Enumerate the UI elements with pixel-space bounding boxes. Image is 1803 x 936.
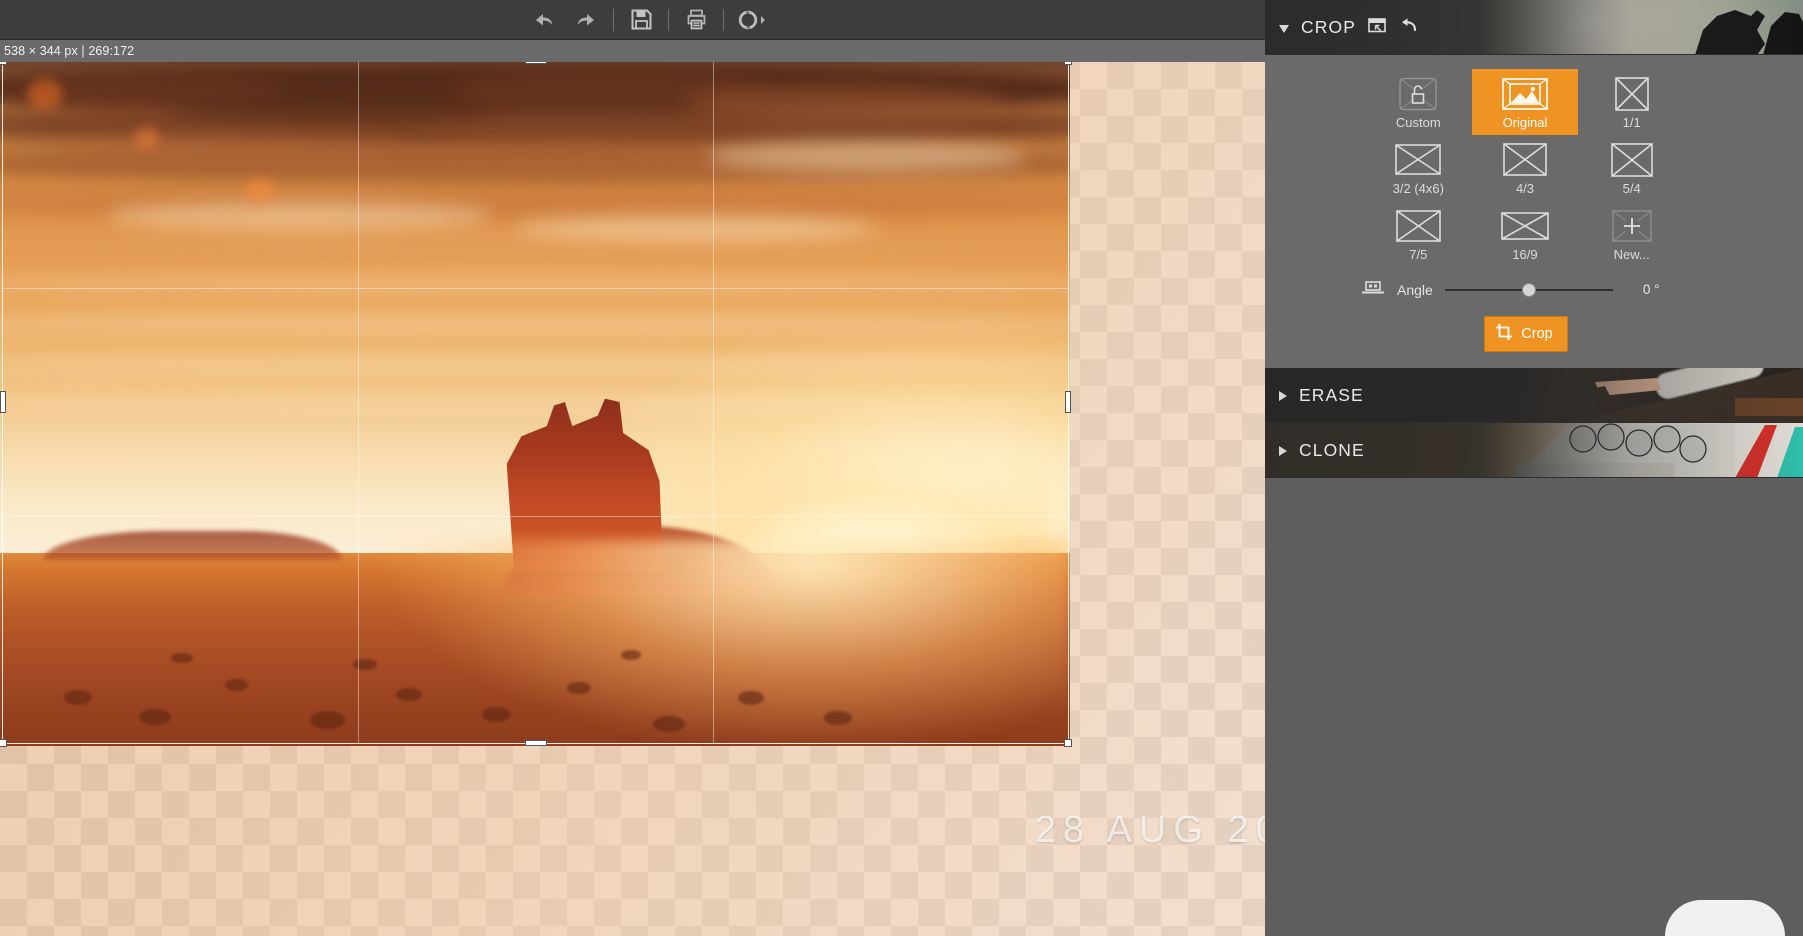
crop-handle-left[interactable]	[0, 391, 6, 413]
angle-slider[interactable]	[1444, 282, 1613, 297]
section-header-erase[interactable]: ERASE	[1265, 368, 1803, 423]
save-button[interactable]	[620, 0, 662, 40]
expand-triangle-icon	[1279, 390, 1287, 401]
crop-button-label: Crop	[1521, 326, 1553, 342]
ratio-label: New...	[1613, 246, 1650, 262]
ratio-option-5-4[interactable]: 5/4	[1578, 135, 1685, 201]
ratio-label: Custom	[1395, 114, 1441, 130]
rect-icon	[1610, 141, 1653, 179]
toolbar-divider	[613, 8, 614, 31]
crop-panel-body: Custom Original 1/1 3/2 (4x6) 4/3 5/4 7/…	[1265, 55, 1803, 368]
crop-gridline	[3, 515, 1068, 517]
ratio-label: 1/1	[1622, 114, 1641, 130]
rect-icon	[1614, 75, 1649, 113]
section-header-crop[interactable]: CROP	[1265, 0, 1803, 55]
ratio-option-custom[interactable]: Custom	[1365, 69, 1472, 135]
section-title-erase: ERASE	[1299, 385, 1364, 405]
crop-handle-top-left[interactable]	[0, 62, 7, 65]
crop-handle-bottom-left[interactable]	[0, 739, 7, 747]
plus-icon	[1612, 207, 1652, 245]
crop-handle-bottom-right[interactable]	[1064, 739, 1072, 747]
toolbar-divider	[668, 8, 669, 31]
ratio-option-3-2[interactable]: 3/2 (4x6)	[1365, 135, 1472, 201]
rect-icon	[1395, 141, 1442, 179]
ratio-label: 4/3	[1515, 180, 1535, 196]
crop-selection-box[interactable]	[0, 62, 1072, 747]
ratio-option-4-3[interactable]: 4/3	[1472, 135, 1579, 201]
lock-open-icon	[1398, 75, 1438, 113]
expand-triangle-icon	[1279, 445, 1287, 456]
redo-button[interactable]	[565, 0, 607, 40]
ratio-label: 3/2 (4x6)	[1392, 180, 1444, 196]
ratio-option-1-1[interactable]: 1/1	[1578, 69, 1685, 135]
ratio-label: 5/4	[1622, 180, 1641, 196]
print-button[interactable]	[675, 0, 717, 40]
collapse-triangle-icon	[1279, 25, 1289, 33]
rect-icon	[1503, 141, 1547, 179]
undo-button[interactable]	[523, 0, 565, 40]
rect-icon	[1501, 207, 1549, 245]
crop-handle-top[interactable]	[524, 62, 547, 64]
ratio-label: Original	[1502, 114, 1548, 130]
crop-gridline	[357, 62, 359, 743]
crop-preset-icon[interactable]	[1368, 16, 1387, 39]
crop-gridline	[3, 288, 1068, 290]
reset-icon[interactable]	[1398, 16, 1418, 39]
straighten-icon	[1361, 279, 1385, 300]
angle-control-row: Angle 0 °	[1361, 279, 1741, 300]
slider-knob[interactable]	[1522, 282, 1537, 297]
angle-label: Angle	[1397, 281, 1433, 298]
ratio-label: 7/5	[1409, 246, 1428, 262]
rotate-button[interactable]	[730, 0, 772, 40]
toolbar-divider	[723, 8, 724, 31]
rect-icon	[1396, 207, 1441, 245]
crop-handle-right[interactable]	[1065, 391, 1071, 413]
crop-handle-top-right[interactable]	[1064, 62, 1072, 65]
angle-value: 0 °	[1642, 282, 1660, 297]
image-frame-icon	[1502, 75, 1548, 113]
ratio-option-7-5[interactable]: 7/5	[1365, 201, 1472, 267]
ratio-option-new[interactable]: New...	[1578, 201, 1685, 267]
image-info-bar: 538 × 344 px | 269:172	[0, 40, 1456, 62]
section-title-clone: CLONE	[1299, 440, 1365, 460]
section-header-clone[interactable]: CLONE	[1265, 423, 1803, 478]
aspect-ratio-grid: Custom Original 1/1 3/2 (4x6) 4/3 5/4 7/…	[1365, 69, 1685, 267]
chevron-down-icon	[760, 15, 765, 24]
ratio-label: 16/9	[1512, 246, 1538, 262]
tools-panel: CROP Custom Original 1/1 3/2 (4x6) 4/3 5…	[1265, 0, 1803, 936]
canvas-area[interactable]: 28 AUG 2017	[0, 62, 1358, 936]
section-title-crop: CROP	[1301, 17, 1356, 37]
ratio-option-16-9[interactable]: 16/9	[1472, 201, 1579, 267]
crop-icon	[1495, 323, 1513, 345]
panel-bottom-accent	[1665, 900, 1785, 936]
crop-handle-bottom[interactable]	[524, 740, 547, 746]
photo-editor-window: 538 × 344 px | 269:172 28 AUG 2017 CROP …	[0, 0, 1803, 936]
ratio-option-original[interactable]: Original	[1471, 69, 1579, 135]
top-toolbar	[0, 0, 1456, 40]
crop-gridline	[712, 62, 714, 743]
crop-apply-button[interactable]: Crop	[1484, 316, 1568, 352]
